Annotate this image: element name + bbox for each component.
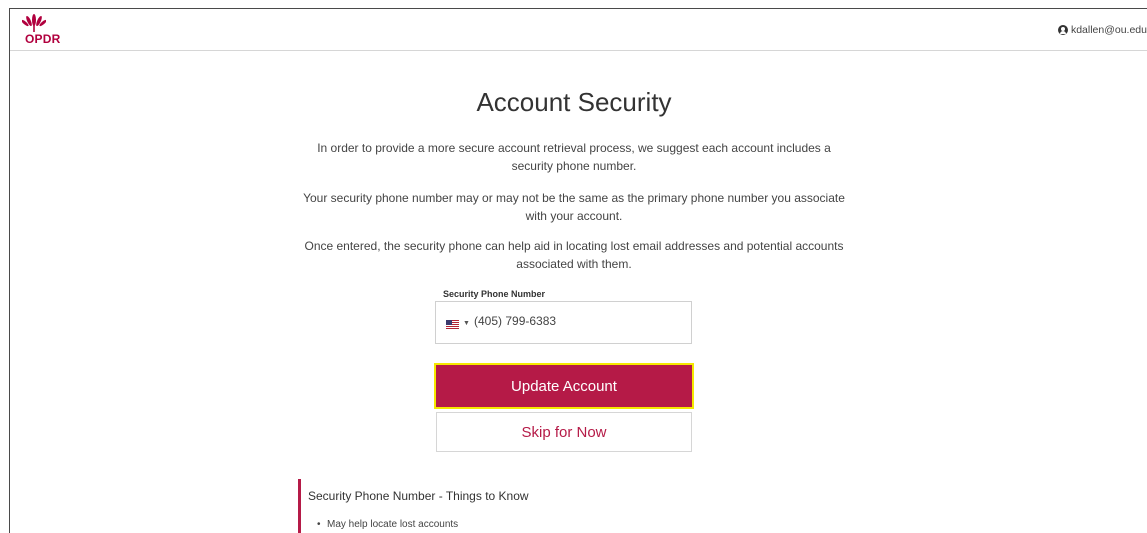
app-frame: OPDR kdallen@ou.edu Account Security In … xyxy=(9,8,1147,533)
country-dropdown-caret-icon[interactable]: ▼ xyxy=(463,320,470,327)
intro-paragraph-1: In order to provide a more secure accoun… xyxy=(317,141,831,173)
intro-paragraph-2: Your security phone number may or may no… xyxy=(303,191,845,223)
things-to-know-panel: Security Phone Number - Things to Know M… xyxy=(298,479,601,533)
page-title: Account Security xyxy=(476,87,672,117)
top-bar: OPDR kdallen@ou.edu xyxy=(10,9,1147,51)
opdr-logo[interactable]: OPDR xyxy=(19,12,61,48)
things-to-know-list: May help locate lost accounts xyxy=(317,519,458,530)
logo-text: OPDR xyxy=(25,32,61,46)
security-phone-input[interactable] xyxy=(474,314,674,328)
user-menu[interactable]: kdallen@ou.edu xyxy=(1057,24,1147,36)
phone-field-label: Security Phone Number xyxy=(443,289,546,299)
skip-for-now-button[interactable]: Skip for Now xyxy=(436,412,692,452)
intro-paragraph-3: Once entered, the security phone can hel… xyxy=(304,239,844,271)
things-to-know-title: Security Phone Number - Things to Know xyxy=(308,489,529,503)
lotus-icon xyxy=(22,14,46,32)
user-icon xyxy=(1057,25,1068,35)
security-phone-field: ▼ xyxy=(435,301,692,344)
user-email: kdallen@ou.edu xyxy=(1070,24,1147,36)
us-flag-icon[interactable] xyxy=(446,320,459,329)
update-account-button[interactable]: Update Account xyxy=(434,363,694,409)
list-item: May help locate lost accounts xyxy=(317,519,458,530)
